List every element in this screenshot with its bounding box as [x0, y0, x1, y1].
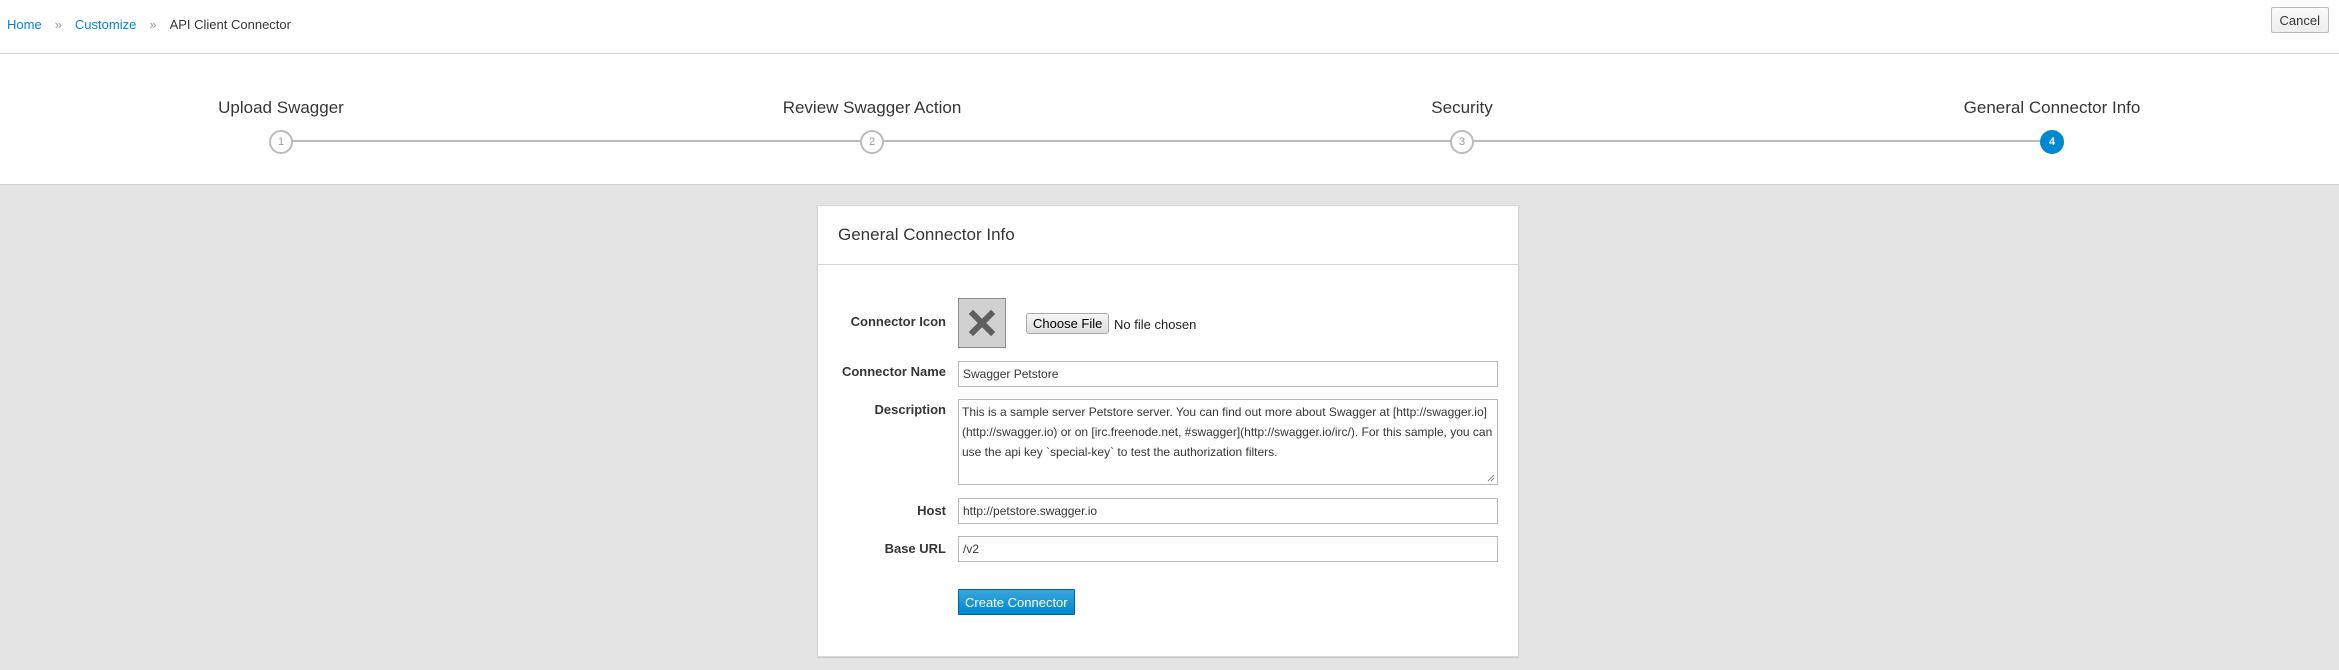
wizard-step-number: 4 [2040, 130, 2064, 154]
description-text: This is a sample server Petstore server.… [962, 405, 1493, 459]
wizard-step-number: 1 [269, 130, 293, 154]
breadcrumb-customize-link[interactable]: Customize [75, 17, 136, 32]
wizard-step-label: Review Swagger Action [782, 98, 962, 117]
base-url-label: Base URL [884, 541, 946, 556]
wizard-steps: Upload Swagger 1 Review Swagger Action 2… [0, 54, 2339, 185]
wizard-step-number: 2 [860, 130, 884, 154]
description-textarea[interactable]: This is a sample server Petstore server.… [958, 399, 1498, 485]
create-connector-button[interactable]: Create Connector [958, 589, 1075, 615]
breadcrumb-separator-icon: » [54, 17, 62, 32]
connector-info-card: General Connector Info Connector Icon Ch… [817, 205, 1519, 657]
base-url-input[interactable]: /v2 [958, 536, 1498, 562]
breadcrumb-home-link[interactable]: Home [7, 17, 42, 32]
connector-name-input[interactable]: Swagger Petstore [958, 361, 1498, 387]
wizard-progress-line [281, 140, 2051, 142]
description-label: Description [874, 402, 946, 417]
cancel-button[interactable]: Cancel [2270, 7, 2329, 33]
breadcrumb: Home » Customize » API Client Connector [7, 17, 291, 32]
connector-icon-preview [958, 298, 1006, 348]
connector-name-label: Connector Name [841, 364, 946, 379]
no-file-text: No file chosen [1114, 317, 1197, 332]
wizard-step-label: General Connector Info [1963, 98, 2141, 117]
card-title: General Connector Info [818, 206, 1518, 265]
resize-grip-icon[interactable] [1487, 474, 1495, 482]
host-label: Host [917, 503, 946, 518]
wizard-step-label: Security [1431, 98, 1493, 117]
close-icon [968, 309, 996, 337]
breadcrumb-current: API Client Connector [169, 17, 291, 32]
connector-icon-label: Connector Icon [850, 314, 946, 329]
wizard-step-label: Upload Swagger [218, 98, 344, 117]
top-bar: Home » Customize » API Client Connector … [0, 0, 2339, 54]
choose-file-button[interactable]: Choose File [1026, 313, 1110, 334]
main-content: General Connector Info Connector Icon Ch… [0, 185, 2339, 670]
host-input[interactable]: http://petstore.swagger.io [958, 498, 1498, 524]
breadcrumb-separator-icon: » [149, 17, 157, 32]
wizard-step-number: 3 [1450, 130, 1474, 154]
